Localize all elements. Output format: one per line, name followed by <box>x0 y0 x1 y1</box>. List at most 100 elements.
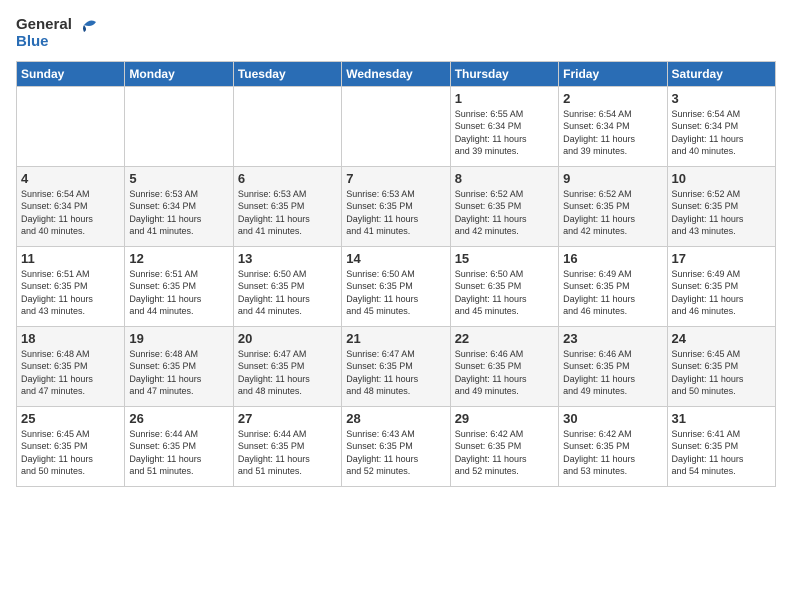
day-header-sunday: Sunday <box>17 61 125 86</box>
calendar-cell: 1Sunrise: 6:55 AM Sunset: 6:34 PM Daylig… <box>450 86 558 166</box>
logo-blue-text: Blue <box>16 34 49 51</box>
day-number: 14 <box>346 251 445 266</box>
calendar-cell: 17Sunrise: 6:49 AM Sunset: 6:35 PM Dayli… <box>667 246 775 326</box>
calendar-cell <box>233 86 341 166</box>
day-info: Sunrise: 6:47 AM Sunset: 6:35 PM Dayligh… <box>238 348 337 398</box>
day-number: 9 <box>563 171 662 186</box>
day-info: Sunrise: 6:53 AM Sunset: 6:34 PM Dayligh… <box>129 188 228 238</box>
day-info: Sunrise: 6:53 AM Sunset: 6:35 PM Dayligh… <box>238 188 337 238</box>
day-number: 19 <box>129 331 228 346</box>
calendar-cell: 31 Sunrise: 6:41 AM Sunset: 6:35 PM Dayli… <box>667 406 775 486</box>
day-info: Sunrise: 6:48 AM Sunset: 6:35 PM Dayligh… <box>21 348 120 398</box>
day-info: Sunrise: 6:52 AM Sunset: 6:35 PM Dayligh… <box>455 188 554 238</box>
day-number: 18 <box>21 331 120 346</box>
day-number: 29 <box>455 411 554 426</box>
calendar-cell: 10 Sunrise: 6:52 AM Sunset: 6:35 PM Dayli… <box>667 166 775 246</box>
day-header-monday: Monday <box>125 61 233 86</box>
day-info: Sunrise: 6:54 AM Sunset: 6:34 PM Dayligh… <box>672 108 771 158</box>
day-info: Sunrise: 6:41 AM Sunset: 6:35 PM Dayligh… <box>672 428 771 478</box>
day-info: Sunrise: 6:46 AM Sunset: 6:35 PM Dayligh… <box>563 348 662 398</box>
calendar-cell <box>342 86 450 166</box>
calendar-table: SundayMondayTuesdayWednesdayThursdayFrid… <box>16 61 776 487</box>
day-number: 21 <box>346 331 445 346</box>
calendar-cell <box>125 86 233 166</box>
calendar-cell: 7 Sunrise: 6:53 AM Sunset: 6:35 PM Daylig… <box>342 166 450 246</box>
logo-bird-icon <box>74 16 96 34</box>
day-number: 7 <box>346 171 445 186</box>
day-info: Sunrise: 6:52 AM Sunset: 6:35 PM Dayligh… <box>672 188 771 238</box>
calendar-cell: 11 Sunrise: 6:51 AM Sunset: 6:35 PM Dayli… <box>17 246 125 326</box>
day-number: 24 <box>672 331 771 346</box>
day-info: Sunrise: 6:55 AM Sunset: 6:34 PM Dayligh… <box>455 108 554 158</box>
week-row-4: 18 Sunrise: 6:48 AM Sunset: 6:35 PM Dayli… <box>17 326 776 406</box>
calendar-cell: 18 Sunrise: 6:48 AM Sunset: 6:35 PM Dayli… <box>17 326 125 406</box>
day-info: Sunrise: 6:45 AM Sunset: 6:35 PM Dayligh… <box>672 348 771 398</box>
calendar-cell: 4 Sunrise: 6:54 AM Sunset: 6:34 PM Daylig… <box>17 166 125 246</box>
calendar-cell: 26 Sunrise: 6:44 AM Sunset: 6:35 PM Dayli… <box>125 406 233 486</box>
day-number: 13 <box>238 251 337 266</box>
day-info: Sunrise: 6:53 AM Sunset: 6:35 PM Dayligh… <box>346 188 445 238</box>
day-info: Sunrise: 6:52 AM Sunset: 6:35 PM Dayligh… <box>563 188 662 238</box>
day-number: 6 <box>238 171 337 186</box>
week-row-5: 25 Sunrise: 6:45 AM Sunset: 6:35 PM Dayli… <box>17 406 776 486</box>
day-info: Sunrise: 6:42 AM Sunset: 6:35 PM Dayligh… <box>455 428 554 478</box>
calendar-cell: 2 Sunrise: 6:54 AM Sunset: 6:34 PM Daylig… <box>559 86 667 166</box>
calendar-cell: 24 Sunrise: 6:45 AM Sunset: 6:35 PM Dayli… <box>667 326 775 406</box>
calendar-cell: 6 Sunrise: 6:53 AM Sunset: 6:35 PM Daylig… <box>233 166 341 246</box>
day-number: 20 <box>238 331 337 346</box>
logo: General Blue <box>16 16 96 51</box>
calendar-cell: 28 Sunrise: 6:43 AM Sunset: 6:35 PM Dayli… <box>342 406 450 486</box>
day-header-wednesday: Wednesday <box>342 61 450 86</box>
calendar-cell: 22Sunrise: 6:46 AM Sunset: 6:35 PM Dayli… <box>450 326 558 406</box>
day-info: Sunrise: 6:54 AM Sunset: 6:34 PM Dayligh… <box>21 188 120 238</box>
calendar-cell: 27Sunrise: 6:44 AM Sunset: 6:35 PM Dayli… <box>233 406 341 486</box>
day-info: Sunrise: 6:42 AM Sunset: 6:35 PM Dayligh… <box>563 428 662 478</box>
logo-general-text: General <box>16 17 72 34</box>
week-row-2: 4 Sunrise: 6:54 AM Sunset: 6:34 PM Daylig… <box>17 166 776 246</box>
day-number: 11 <box>21 251 120 266</box>
calendar-cell: 21 Sunrise: 6:47 AM Sunset: 6:35 PM Dayli… <box>342 326 450 406</box>
day-info: Sunrise: 6:50 AM Sunset: 6:35 PM Dayligh… <box>238 268 337 318</box>
day-number: 2 <box>563 91 662 106</box>
day-info: Sunrise: 6:47 AM Sunset: 6:35 PM Dayligh… <box>346 348 445 398</box>
calendar-cell: 3Sunrise: 6:54 AM Sunset: 6:34 PM Daylig… <box>667 86 775 166</box>
day-number: 10 <box>672 171 771 186</box>
calendar-cell: 29 Sunrise: 6:42 AM Sunset: 6:35 PM Dayli… <box>450 406 558 486</box>
calendar-cell: 20 Sunrise: 6:47 AM Sunset: 6:35 PM Dayli… <box>233 326 341 406</box>
week-row-1: 1Sunrise: 6:55 AM Sunset: 6:34 PM Daylig… <box>17 86 776 166</box>
day-info: Sunrise: 6:45 AM Sunset: 6:35 PM Dayligh… <box>21 428 120 478</box>
calendar-cell: 14 Sunrise: 6:50 AM Sunset: 6:35 PM Dayli… <box>342 246 450 326</box>
day-number: 12 <box>129 251 228 266</box>
day-number: 25 <box>21 411 120 426</box>
day-number: 28 <box>346 411 445 426</box>
day-number: 26 <box>129 411 228 426</box>
day-number: 15 <box>455 251 554 266</box>
calendar-cell: 12 Sunrise: 6:51 AM Sunset: 6:35 PM Dayli… <box>125 246 233 326</box>
day-number: 8 <box>455 171 554 186</box>
day-number: 4 <box>21 171 120 186</box>
day-info: Sunrise: 6:51 AM Sunset: 6:35 PM Dayligh… <box>21 268 120 318</box>
day-number: 5 <box>129 171 228 186</box>
day-info: Sunrise: 6:49 AM Sunset: 6:35 PM Dayligh… <box>672 268 771 318</box>
day-info: Sunrise: 6:46 AM Sunset: 6:35 PM Dayligh… <box>455 348 554 398</box>
day-info: Sunrise: 6:44 AM Sunset: 6:35 PM Dayligh… <box>129 428 228 478</box>
day-number: 27 <box>238 411 337 426</box>
day-header-saturday: Saturday <box>667 61 775 86</box>
day-number: 30 <box>563 411 662 426</box>
day-info: Sunrise: 6:43 AM Sunset: 6:35 PM Dayligh… <box>346 428 445 478</box>
day-info: Sunrise: 6:48 AM Sunset: 6:35 PM Dayligh… <box>129 348 228 398</box>
calendar-cell: 23Sunrise: 6:46 AM Sunset: 6:35 PM Dayli… <box>559 326 667 406</box>
day-info: Sunrise: 6:51 AM Sunset: 6:35 PM Dayligh… <box>129 268 228 318</box>
calendar-cell: 5 Sunrise: 6:53 AM Sunset: 6:34 PM Daylig… <box>125 166 233 246</box>
week-row-3: 11 Sunrise: 6:51 AM Sunset: 6:35 PM Dayli… <box>17 246 776 326</box>
calendar-cell: 8 Sunrise: 6:52 AM Sunset: 6:35 PM Daylig… <box>450 166 558 246</box>
day-number: 31 <box>672 411 771 426</box>
logo-container: General Blue <box>16 16 96 51</box>
calendar-cell: 13 Sunrise: 6:50 AM Sunset: 6:35 PM Dayli… <box>233 246 341 326</box>
day-info: Sunrise: 6:50 AM Sunset: 6:35 PM Dayligh… <box>455 268 554 318</box>
calendar-cell: 25 Sunrise: 6:45 AM Sunset: 6:35 PM Dayli… <box>17 406 125 486</box>
day-header-tuesday: Tuesday <box>233 61 341 86</box>
calendar-cell: 9 Sunrise: 6:52 AM Sunset: 6:35 PM Daylig… <box>559 166 667 246</box>
day-info: Sunrise: 6:50 AM Sunset: 6:35 PM Dayligh… <box>346 268 445 318</box>
day-info: Sunrise: 6:54 AM Sunset: 6:34 PM Dayligh… <box>563 108 662 158</box>
